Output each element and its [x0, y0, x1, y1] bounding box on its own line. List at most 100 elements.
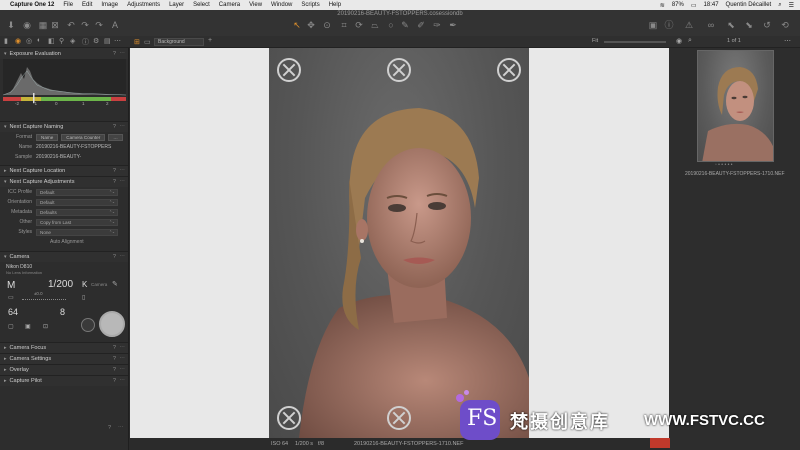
expand-triangle-icon[interactable]: ▸	[4, 378, 7, 384]
more-tabs-icon[interactable]: ⋯	[114, 37, 121, 45]
capture-icon[interactable]: ◉	[22, 20, 32, 30]
menu-adjustments[interactable]: Adjustments	[127, 2, 160, 8]
help-icon[interactable]: ?	[113, 254, 116, 260]
capture-pilot-header[interactable]: ▸ Capture Pilot ? ⋯	[0, 375, 128, 386]
thumbnail-rating-dots[interactable]: ▫ • • • • •	[715, 162, 732, 168]
compare-glasses-icon[interactable]: ∞	[706, 20, 716, 30]
batch-tab-icon[interactable]: ▤	[104, 37, 111, 45]
menu-list-icon[interactable]: ☰	[789, 2, 794, 9]
menu-select[interactable]: Select	[193, 2, 210, 8]
section-menu-icon[interactable]: ⋯	[119, 124, 125, 130]
next-capture-adjustments-header[interactable]: ▾ Next Capture Adjustments ? ⋯	[0, 176, 128, 187]
collapse-triangle-icon[interactable]: ▾	[4, 179, 7, 185]
crop-handle-icon[interactable]	[277, 58, 301, 82]
library-tab-icon[interactable]: ▮	[4, 37, 8, 45]
main-photo[interactable]	[269, 48, 529, 438]
crop-tool-icon[interactable]: ⌗	[339, 20, 349, 30]
collapse-triangle-icon[interactable]: ▾	[4, 51, 7, 57]
keystone-tool-icon[interactable]: ⏢	[370, 20, 380, 30]
menu-camera[interactable]: Camera	[219, 2, 240, 8]
bottom-help-icon[interactable]: ?	[108, 425, 111, 431]
capture-tab-icon[interactable]: ◉	[15, 37, 21, 45]
expand-triangle-icon[interactable]: ▸	[4, 367, 7, 373]
help-icon[interactable]: ?	[113, 356, 116, 362]
details-tab-icon[interactable]: ⚲	[59, 37, 64, 45]
help-icon[interactable]: ?	[113, 345, 116, 351]
name-field[interactable]: 20190216-BEAUTY-FSTOPPERS	[36, 144, 111, 150]
camera-settings-header[interactable]: ▸ Camera Settings ? ⋯	[0, 353, 128, 364]
grid-icon[interactable]: ▦	[38, 20, 48, 30]
bottom-menu-icon[interactable]: ⋯	[118, 425, 124, 431]
overlay-header[interactable]: ▸ Overlay ? ⋯	[0, 364, 128, 375]
thumbnail[interactable]	[697, 50, 774, 162]
lens-tab-icon[interactable]: ◎	[26, 37, 32, 45]
reset-all-icon[interactable]: ⟲	[780, 20, 790, 30]
reject-icon[interactable]: ⊠	[50, 20, 60, 30]
section-menu-icon[interactable]: ⋯	[119, 51, 125, 57]
eraser-tool-icon[interactable]: ✒	[448, 20, 458, 30]
menu-edit[interactable]: Edit	[82, 2, 92, 8]
auto-alignment-button[interactable]: Auto Alignment	[50, 239, 84, 245]
section-menu-icon[interactable]: ⋯	[119, 356, 125, 362]
layer-frame-icon[interactable]: ▭	[144, 38, 151, 46]
apply-adjust-icon[interactable]: ⬊	[744, 20, 754, 30]
redo-all-icon[interactable]: ↷	[94, 20, 104, 30]
browser-menu-icon[interactable]: ⋯	[784, 37, 791, 45]
next-capture-location-header[interactable]: ▸ Next Capture Location ? ⋯	[0, 165, 128, 176]
menu-help[interactable]: Help	[329, 2, 341, 8]
capture-mode-button[interactable]	[81, 318, 95, 332]
menu-view[interactable]: View	[249, 2, 262, 8]
gradient-tool-icon[interactable]: ✑	[432, 20, 442, 30]
menu-file[interactable]: File	[63, 2, 73, 8]
eyedropper-icon[interactable]: ✎	[112, 280, 118, 288]
exposure-tab-icon[interactable]: ◧	[48, 37, 55, 45]
pan-tool-icon[interactable]: ✥	[306, 20, 316, 30]
help-icon[interactable]: ?	[113, 378, 116, 384]
info-icon[interactable]: ⓘ	[664, 20, 674, 30]
undo-icon[interactable]: ↶	[66, 20, 76, 30]
cursor-tool-icon[interactable]: ↖	[292, 20, 302, 30]
zoom-tool-icon[interactable]: ⊙	[322, 20, 332, 30]
color-tab-icon[interactable]: ◐	[37, 37, 41, 44]
browser-search-icon[interactable]: ⌕	[688, 37, 692, 45]
local-adjust-tab-icon[interactable]: ◈	[70, 37, 75, 45]
crop-handle-icon[interactable]	[387, 406, 411, 430]
other-select[interactable]: Copy from Last	[36, 218, 118, 226]
picker-tool-icon[interactable]: ✎	[400, 20, 410, 30]
menu-window[interactable]: Window	[271, 2, 292, 8]
shutter-speed[interactable]: 1/200	[48, 279, 73, 290]
exposure-mode[interactable]: M	[7, 280, 15, 291]
icc-profile-select[interactable]: Default	[36, 188, 118, 196]
shutter-release-button[interactable]	[99, 311, 125, 337]
exposure-evaluation-header[interactable]: ▾ Exposure Evaluation ? ⋯	[0, 48, 128, 59]
text-tool-icon[interactable]: A	[110, 20, 120, 30]
help-icon[interactable]: ?	[113, 179, 116, 185]
crop-handle-icon[interactable]	[497, 58, 521, 82]
layer-select[interactable]: Background	[154, 38, 204, 46]
user-name[interactable]: Quentin Décaillet	[726, 2, 772, 8]
crop-handle-icon[interactable]	[277, 406, 301, 430]
next-capture-naming-header[interactable]: ▾ Next Capture Naming ? ⋯	[0, 121, 128, 132]
help-icon[interactable]: ?	[113, 51, 116, 57]
live-view-icon[interactable]: ▢	[8, 323, 14, 330]
format-name-token[interactable]: Name	[36, 133, 59, 141]
layer-mask-icon[interactable]: ⊞	[134, 38, 140, 46]
expand-triangle-icon[interactable]: ▸	[4, 168, 7, 174]
battery-icon[interactable]: ▭	[691, 2, 697, 9]
section-menu-icon[interactable]: ⋯	[119, 168, 125, 174]
redo-icon[interactable]: ↷	[80, 20, 90, 30]
collapse-triangle-icon[interactable]: ▾	[4, 254, 7, 260]
reset-icon[interactable]: ↺	[762, 20, 772, 30]
metadata-tab-icon[interactable]: ⓘ	[82, 37, 89, 47]
alert-icon[interactable]: ⚠	[684, 20, 694, 30]
add-layer-icon[interactable]: +	[208, 37, 212, 44]
iso-value[interactable]: 64	[8, 307, 18, 317]
expand-triangle-icon[interactable]: ▸	[4, 356, 7, 362]
section-menu-icon[interactable]: ⋯	[119, 367, 125, 373]
menu-layer[interactable]: Layer	[169, 2, 184, 8]
collapse-triangle-icon[interactable]: ▾	[4, 124, 7, 130]
exposure-scale[interactable]	[22, 298, 66, 300]
help-icon[interactable]: ?	[113, 124, 116, 130]
camera-focus-header[interactable]: ▸ Camera Focus ? ⋯	[0, 342, 128, 353]
format-more-button[interactable]: …	[108, 133, 123, 141]
